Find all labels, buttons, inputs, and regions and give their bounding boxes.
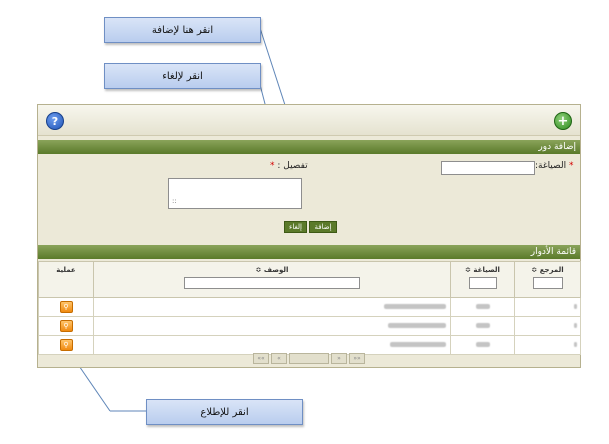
cancel-button[interactable]: إلغاء — [284, 221, 307, 233]
details-label-text: تفصيل : — [277, 161, 308, 171]
col-action: عملية — [38, 261, 94, 298]
formulation-filter-input[interactable] — [468, 277, 497, 289]
details-label: تفصيل : * — [270, 161, 308, 171]
required-mark: * — [270, 161, 275, 171]
roles-panel: ? + إضافة دور * الصياغة: تفصيل : * :: إض… — [37, 104, 581, 368]
reference-cell — [514, 335, 581, 355]
view-details-icon[interactable]: ⚲ — [59, 320, 73, 332]
reference-cell — [514, 297, 581, 317]
table-row[interactable]: ⚲ — [38, 335, 581, 355]
formulation-label-text: الصياغة: — [535, 161, 567, 171]
roles-list-header: قائمة الأدوار — [38, 245, 580, 259]
prev-page-button[interactable]: « — [271, 353, 287, 364]
formulation-cell — [450, 316, 515, 336]
col-description[interactable]: الوصف ≎ — [93, 261, 451, 298]
toolbar: ? + — [38, 105, 580, 136]
roles-table-wrap: المرجع ≎ الصياغة ≎ الوصف ≎ عملية ⚲ ⚲ ⚲ — [38, 261, 581, 355]
col-action-label: عملية — [56, 266, 76, 274]
col-reference-label: المرجع ≎ — [531, 266, 564, 274]
description-cell — [93, 316, 451, 336]
help-icon[interactable]: ? — [46, 112, 64, 130]
action-cell: ⚲ — [38, 316, 94, 336]
table-header-row: المرجع ≎ الصياغة ≎ الوصف ≎ عملية — [38, 261, 581, 298]
callout-add: انقر هنا لإضافة — [104, 17, 261, 43]
callout-cancel: انقر لإلغاء — [104, 63, 261, 89]
table-row[interactable]: ⚲ — [38, 316, 581, 336]
reference-cell — [514, 316, 581, 336]
pagination: «« « » »» — [38, 353, 580, 366]
add-role-header: إضافة دور — [38, 140, 580, 154]
callout-view: انقر للإطلاع — [146, 399, 303, 425]
table-row[interactable]: ⚲ — [38, 297, 581, 317]
action-cell: ⚲ — [38, 335, 94, 355]
col-description-label: الوصف ≎ — [255, 266, 289, 274]
add-new-icon[interactable]: + — [554, 112, 572, 130]
formulation-cell — [450, 335, 515, 355]
view-details-icon[interactable]: ⚲ — [59, 301, 73, 313]
required-mark: * — [568, 161, 574, 171]
next-page-button[interactable]: » — [331, 353, 347, 364]
formulation-input[interactable] — [441, 161, 535, 175]
view-details-icon[interactable]: ⚲ — [59, 339, 73, 351]
col-reference[interactable]: المرجع ≎ — [514, 261, 581, 298]
add-button[interactable]: إضافة — [309, 221, 337, 233]
details-textarea[interactable]: :: — [168, 178, 302, 209]
action-cell: ⚲ — [38, 297, 94, 317]
reference-filter-input[interactable] — [532, 277, 563, 289]
description-cell — [93, 297, 451, 317]
roles-table: المرجع ≎ الصياغة ≎ الوصف ≎ عملية ⚲ ⚲ ⚲ — [38, 261, 581, 355]
first-page-button[interactable]: «« — [253, 353, 269, 364]
col-formulation[interactable]: الصياغة ≎ — [450, 261, 515, 298]
page-number-input[interactable] — [289, 353, 329, 364]
last-page-button[interactable]: »» — [349, 353, 365, 364]
formulation-cell — [450, 297, 515, 317]
add-role-form: * الصياغة: تفصيل : * :: إضافة إلغاء — [38, 155, 580, 241]
description-cell — [93, 335, 451, 355]
col-formulation-label: الصياغة ≎ — [465, 266, 500, 274]
formulation-label: * الصياغة: — [535, 161, 573, 171]
description-filter-input[interactable] — [184, 277, 360, 289]
